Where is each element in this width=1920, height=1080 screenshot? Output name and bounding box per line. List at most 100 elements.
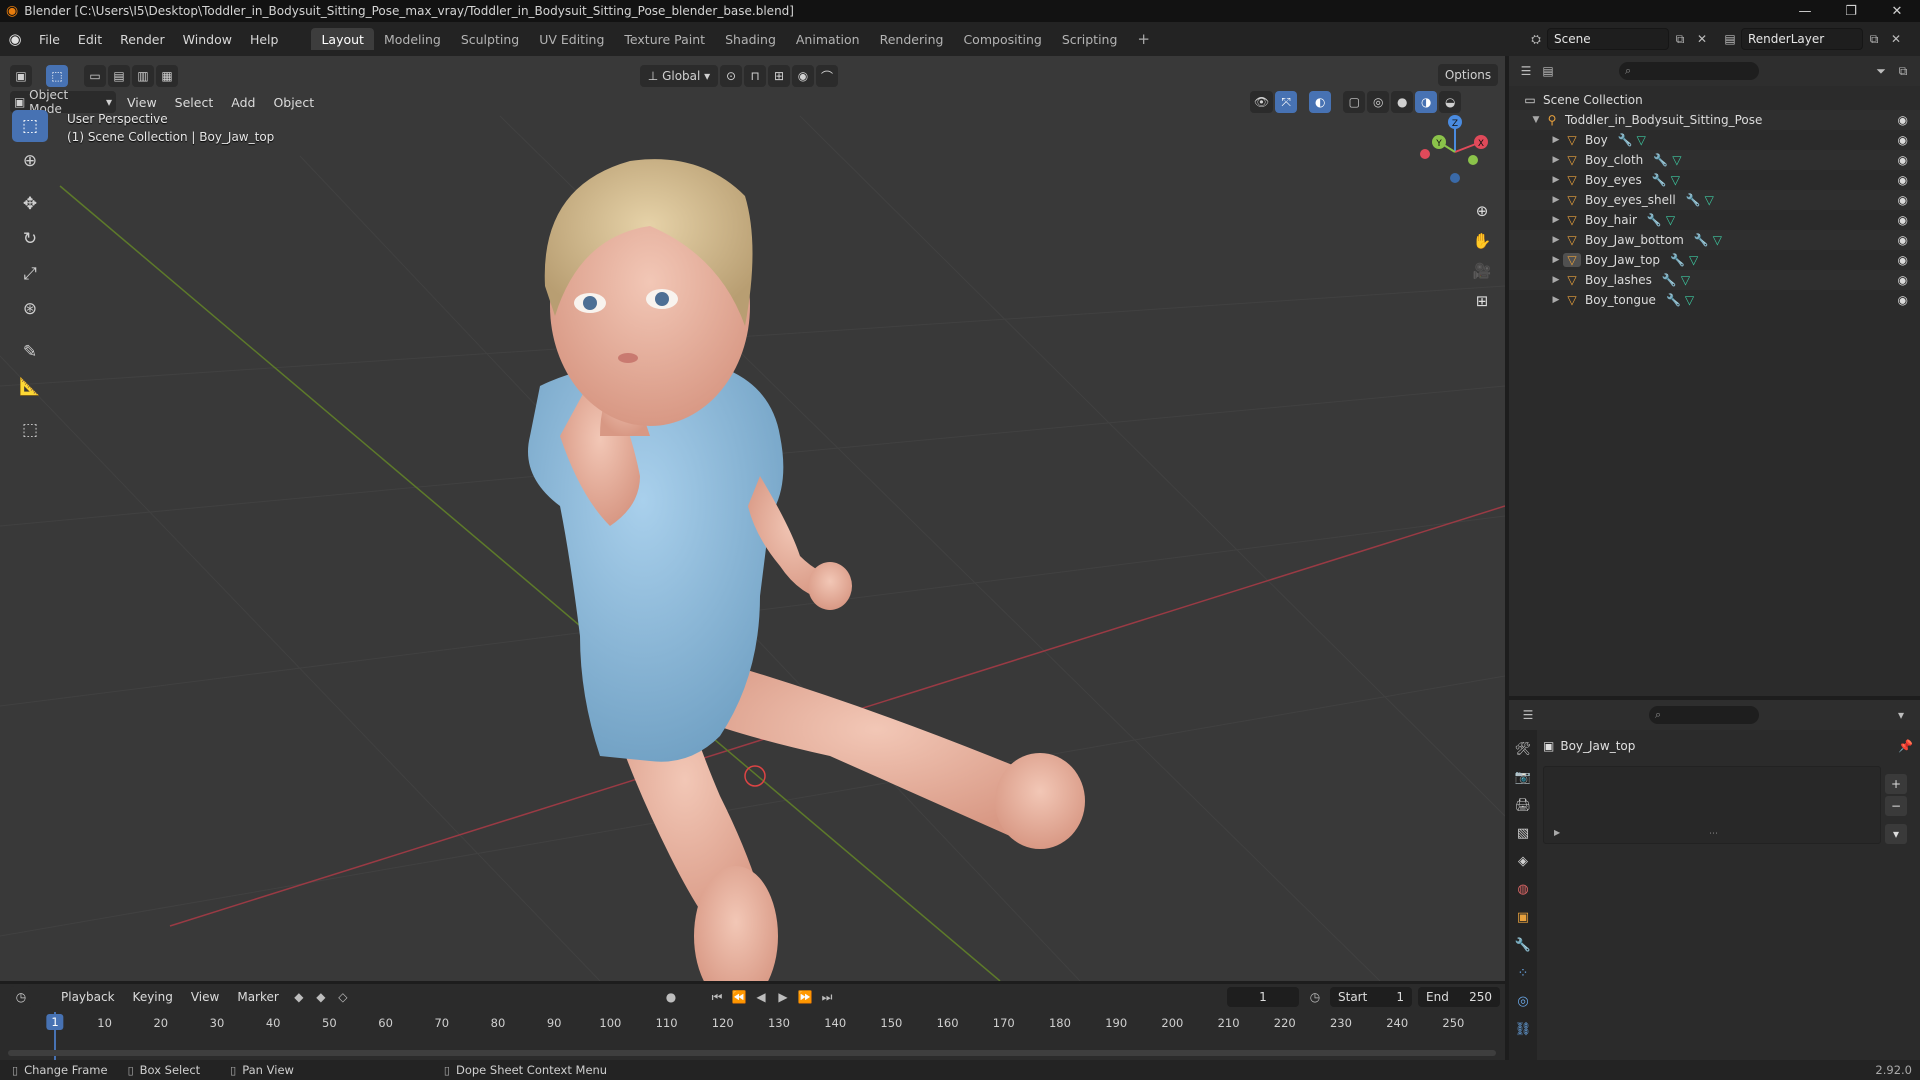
outliner-search-input[interactable]: ⌕	[1619, 62, 1759, 80]
collection-row[interactable]: ▼ ⚲ Toddler_in_Bodysuit_Sitting_Pose ◉	[1509, 110, 1920, 130]
wireframe-shading-icon[interactable]: ◎	[1367, 91, 1390, 113]
visibility-eye-icon[interactable]: ◉	[1898, 193, 1908, 207]
menu-render[interactable]: Render	[111, 32, 174, 47]
end-frame-field[interactable]: End 250	[1418, 987, 1500, 1007]
collapse-icon[interactable]: ▼	[1529, 115, 1543, 125]
rendered-shading-icon[interactable]: ◒	[1439, 91, 1462, 113]
list-item[interactable]: ▶ ▽ Boy_cloth 🔧▽ ◉	[1509, 150, 1920, 170]
pan-hand-icon[interactable]: ✋	[1467, 226, 1497, 256]
menu-edit[interactable]: Edit	[69, 32, 111, 47]
select-box-mode-icon[interactable]: ⬚	[46, 65, 68, 87]
visibility-eye-icon[interactable]: ◉	[1898, 173, 1908, 187]
add-workspace-button[interactable]: +	[1127, 28, 1160, 50]
constraints-tab-icon[interactable]: ⛓	[1511, 1016, 1535, 1042]
list-item[interactable]: ▶ ▽ Boy_hair 🔧▽ ◉	[1509, 210, 1920, 230]
visibility-eye-icon[interactable]: ◉	[1898, 273, 1908, 287]
keyframe-prev-icon[interactable]: ◆	[288, 986, 310, 1008]
jump-keyframe-back-icon[interactable]: ⏪	[728, 986, 750, 1008]
timeline-ruler[interactable]: 10 20 30 40 50 60 70 80 90 100 110 120 130 140 150 160 1…	[0, 1012, 1505, 1036]
new-collection-icon[interactable]: ⧉	[1892, 60, 1914, 82]
pivot-point-icon[interactable]: ⊙	[720, 65, 742, 87]
neg-z-axis-handle[interactable]	[1450, 173, 1460, 183]
particles-tab-icon[interactable]: ⁘	[1511, 960, 1535, 986]
visibility-eye-icon[interactable]: ◉	[1898, 213, 1908, 227]
selection-subtract-icon[interactable]: ▥	[132, 65, 154, 87]
list-item[interactable]: ▶ ▽ Boy 🔧▽ ◉	[1509, 130, 1920, 150]
list-item[interactable]: ▶ ▽ Boy_eyes_shell 🔧▽ ◉	[1509, 190, 1920, 210]
play-icon[interactable]: ▶	[772, 986, 794, 1008]
expand-icon[interactable]: ▶	[1549, 135, 1563, 145]
expand-icon[interactable]: ▶	[1549, 255, 1563, 265]
tab-modeling[interactable]: Modeling	[374, 28, 451, 50]
visibility-eye-icon[interactable]: ◉	[1898, 233, 1908, 247]
tab-animation[interactable]: Animation	[786, 28, 870, 50]
material-shading-icon[interactable]: ◑	[1415, 91, 1438, 113]
physics-tab-icon[interactable]: ◎	[1511, 988, 1535, 1014]
menu-select[interactable]: Select	[166, 95, 223, 110]
selection-new-icon[interactable]: ▭	[84, 65, 106, 87]
expand-icon[interactable]: ▶	[1554, 828, 1560, 837]
scene-tab-icon[interactable]: ◈	[1511, 848, 1535, 874]
minimize-button[interactable]: —	[1782, 0, 1828, 22]
3d-cursor-icon[interactable]	[744, 765, 766, 787]
3d-viewport[interactable]: ▣ ⬚ ▭ ▤ ▥ ▦ ⊥ Global ▾ ⊙ ⊓ ⊞ ◉ ⌒ Options…	[0, 56, 1505, 981]
tool-tab-icon[interactable]: 🛠	[1511, 736, 1535, 762]
tab-rendering[interactable]: Rendering	[870, 28, 954, 50]
editor-type-icon[interactable]: ▣	[10, 65, 32, 87]
toddler-model[interactable]	[528, 159, 1085, 981]
menu-keying[interactable]: Keying	[124, 990, 182, 1004]
blender-menu-icon[interactable]: ◉	[0, 30, 30, 48]
jump-end-icon[interactable]: ⏭	[816, 986, 838, 1008]
menu-add[interactable]: Add	[222, 95, 264, 110]
list-item-active[interactable]: ▶ ▽ Boy_Jaw_top 🔧▽ ◉	[1509, 250, 1920, 270]
tab-layout[interactable]: Layout	[311, 28, 374, 50]
visibility-eye-icon[interactable]: ◉	[1898, 293, 1908, 307]
delete-scene-icon[interactable]: ✕	[1691, 28, 1713, 50]
tab-texture-paint[interactable]: Texture Paint	[614, 28, 715, 50]
annotate-tool-icon[interactable]: ✎	[12, 336, 48, 368]
outliner-editor-type-icon[interactable]: ☰	[1515, 60, 1537, 82]
play-reverse-icon[interactable]: ◀	[750, 986, 772, 1008]
options-button[interactable]: Options	[1438, 64, 1498, 86]
close-button[interactable]: ✕	[1874, 0, 1920, 22]
transform-orientation-dropdown[interactable]: ⊥ Global ▾	[640, 65, 718, 87]
render-tab-icon[interactable]: 📷	[1511, 764, 1535, 790]
visibility-icon[interactable]: 👁	[1250, 91, 1274, 113]
playhead-frame-label[interactable]: 1	[46, 1014, 64, 1030]
menu-window[interactable]: Window	[174, 32, 241, 47]
list-item[interactable]: ▶ ▽ Boy_tongue 🔧▽ ◉	[1509, 290, 1920, 310]
camera-view-icon[interactable]: 🎥	[1467, 256, 1497, 286]
tab-uv-editing[interactable]: UV Editing	[529, 28, 614, 50]
pin-icon[interactable]: 📌	[1898, 739, 1913, 753]
navigation-gizmo[interactable]: Z X Y	[1415, 112, 1495, 192]
proportional-edit-icon[interactable]: ◉	[792, 65, 814, 87]
jump-start-icon[interactable]: ⏮	[706, 986, 728, 1008]
start-frame-field[interactable]: Start 1	[1330, 987, 1412, 1007]
gizmo-toggle-icon[interactable]: ⤧	[1275, 91, 1298, 113]
expand-icon[interactable]: ▶	[1549, 295, 1563, 305]
current-frame-field[interactable]: 1	[1227, 987, 1299, 1007]
timeline-scrollbar[interactable]	[8, 1050, 1496, 1056]
add-cube-tool-icon[interactable]: ⬚	[12, 414, 48, 446]
delete-view-layer-icon[interactable]: ✕	[1885, 28, 1907, 50]
modifier-tab-icon[interactable]: 🔧	[1511, 932, 1535, 958]
neg-y-axis-handle[interactable]	[1468, 155, 1478, 165]
view-layer-tab-icon[interactable]: ▧	[1511, 820, 1535, 846]
tab-compositing[interactable]: Compositing	[953, 28, 1051, 50]
scale-tool-icon[interactable]: ⤢	[12, 258, 48, 290]
properties-list-box[interactable]: ▶ ⋯	[1543, 766, 1881, 844]
timeline-editor-type-icon[interactable]: ◷	[10, 986, 32, 1008]
falloff-icon[interactable]: ⌒	[816, 65, 838, 87]
world-tab-icon[interactable]: ◍	[1511, 876, 1535, 902]
selection-extend-icon[interactable]: ▤	[108, 65, 130, 87]
rotate-tool-icon[interactable]: ↻	[12, 223, 48, 255]
expand-icon[interactable]: ▶	[1549, 155, 1563, 165]
list-item[interactable]: ▶ ▽ Boy_Jaw_bottom 🔧▽ ◉	[1509, 230, 1920, 250]
expand-icon[interactable]: ▶	[1549, 215, 1563, 225]
menu-file[interactable]: File	[30, 32, 69, 47]
menu-marker[interactable]: Marker	[228, 990, 287, 1004]
visibility-eye-icon[interactable]: ◉	[1898, 113, 1908, 127]
menu-help[interactable]: Help	[241, 32, 288, 47]
visibility-eye-icon[interactable]: ◉	[1898, 153, 1908, 167]
remove-item-button[interactable]: −	[1885, 796, 1907, 816]
